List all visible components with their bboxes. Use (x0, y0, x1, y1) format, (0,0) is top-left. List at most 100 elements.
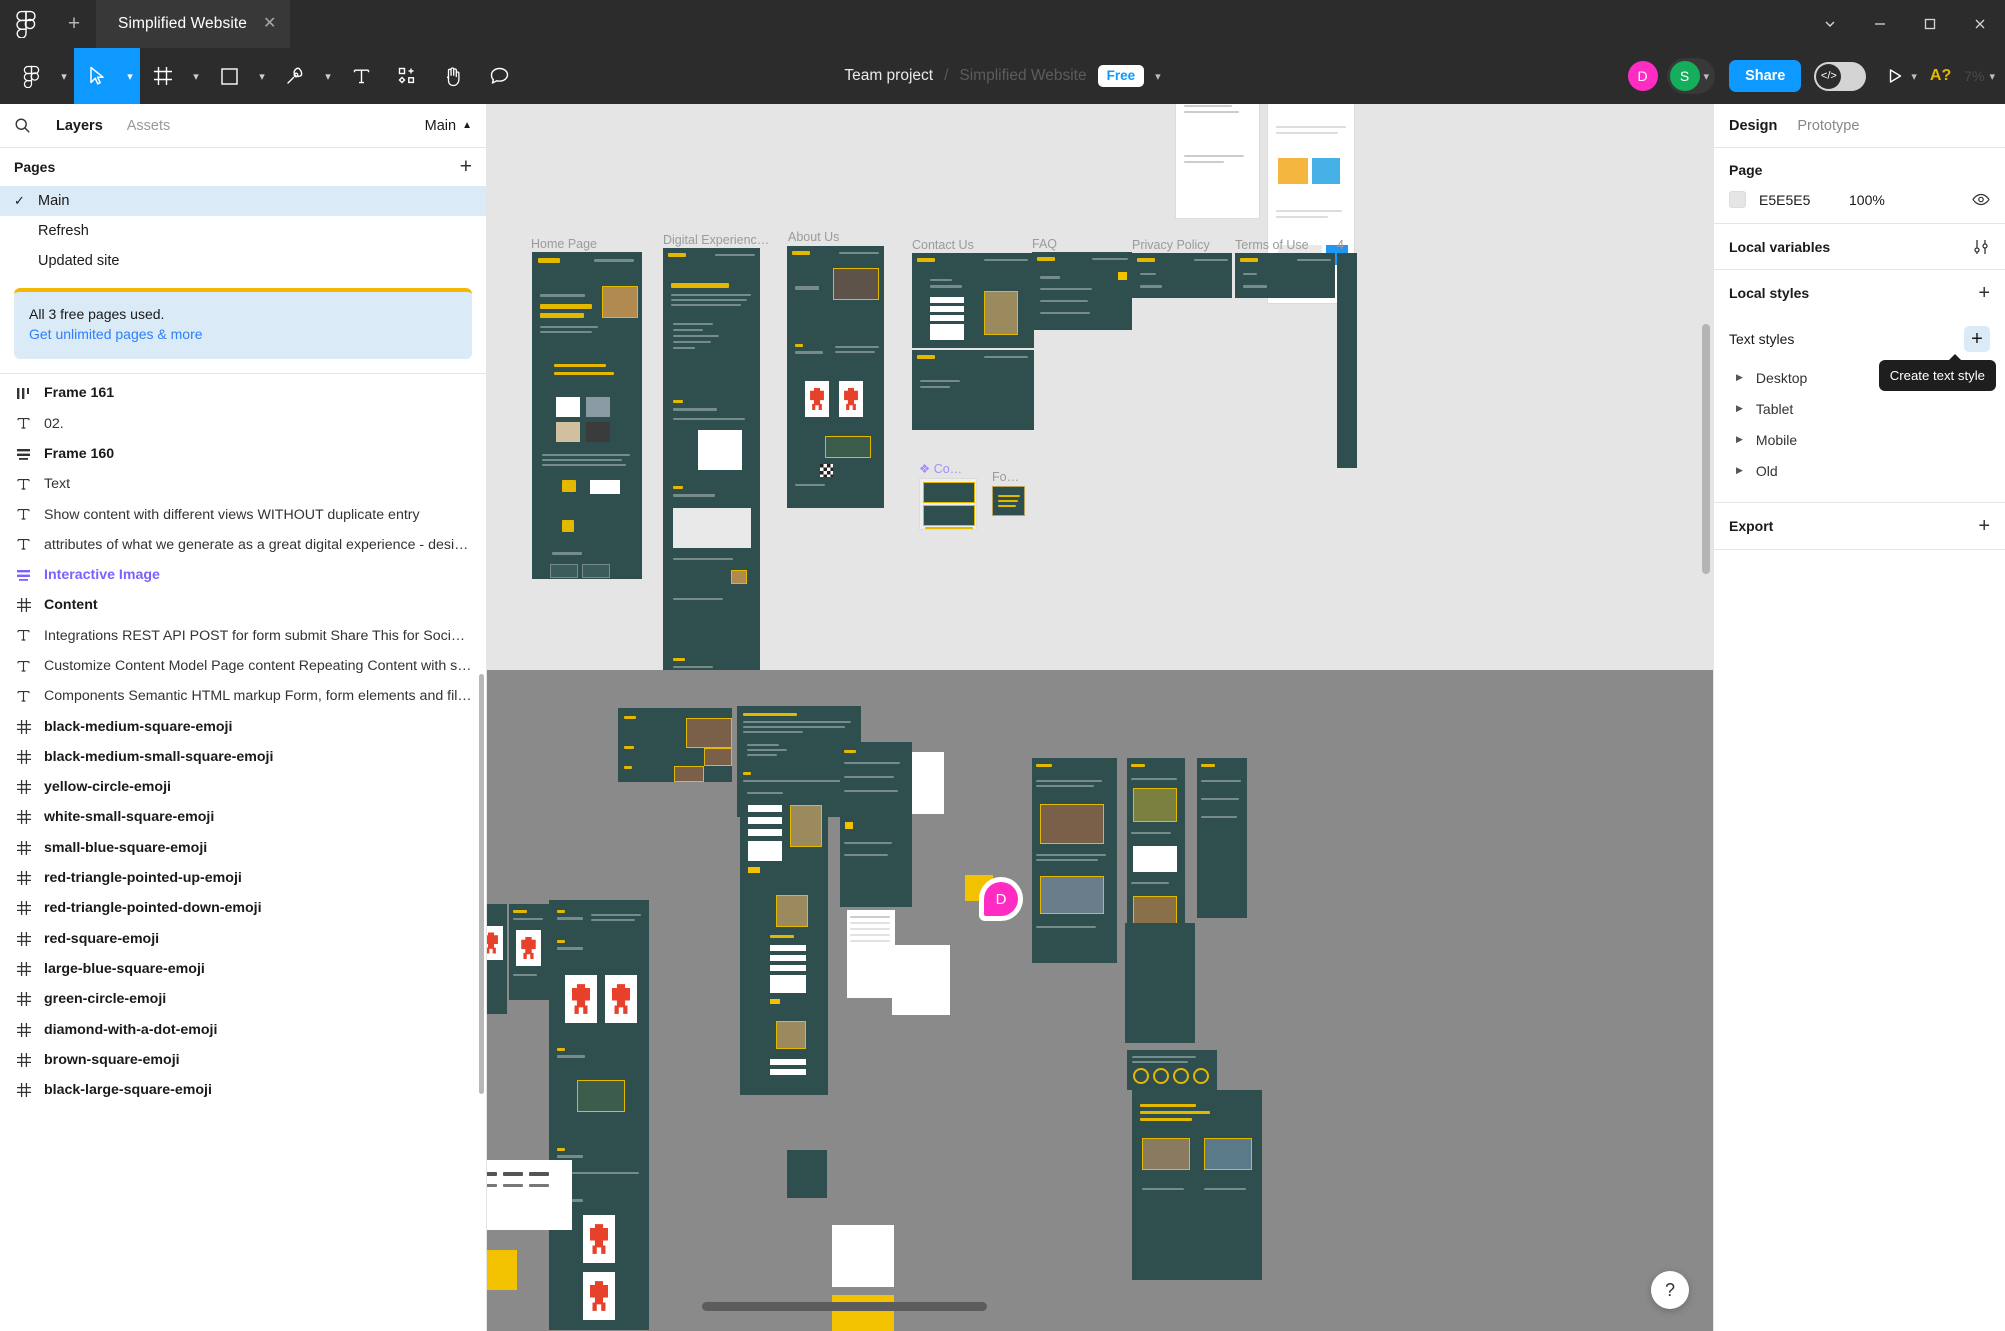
overview-frame[interactable] (487, 1250, 517, 1290)
pen-tool[interactable]: ▾ (272, 48, 338, 104)
frame-label[interactable]: About Us (788, 230, 839, 244)
page-opacity[interactable]: 100% (1849, 192, 1885, 208)
layer-row[interactable]: Frame 160 (0, 439, 486, 469)
frame-label[interactable]: FAQ (1032, 237, 1057, 251)
overview-frame[interactable] (1032, 758, 1117, 963)
layer-row[interactable]: Frame 161 (0, 378, 486, 408)
dev-mode-toggle[interactable]: </> (1814, 61, 1867, 91)
text-style-group-old[interactable]: ▶ Old (1714, 455, 2005, 486)
create-text-style-button[interactable]: + (1964, 326, 1990, 352)
layer-row[interactable]: black-medium-small-square-emoji (0, 742, 486, 772)
layer-row[interactable]: black-large-square-emoji (0, 1075, 486, 1105)
canvas-frame-thumbnail[interactable] (1132, 253, 1232, 298)
chevron-down-icon[interactable]: ▾ (1155, 70, 1161, 83)
present-button[interactable]: ▾ (1879, 48, 1917, 104)
layer-row[interactable]: Text (0, 469, 486, 499)
layer-row[interactable]: Show content with different views WITHOU… (0, 499, 486, 529)
close-icon[interactable]: ✕ (263, 16, 276, 32)
layer-row[interactable]: white-small-square-emoji (0, 802, 486, 832)
color-swatch[interactable] (1729, 191, 1746, 208)
layer-row[interactable]: red-triangle-pointed-down-emoji (0, 893, 486, 923)
tab-layers[interactable]: Layers (44, 118, 115, 134)
main-menu-button[interactable]: ▾ (8, 48, 74, 104)
sliders-icon[interactable] (1972, 239, 1990, 255)
overview-frame[interactable] (847, 910, 895, 998)
canvas-frame-thumbnail[interactable] (663, 248, 760, 708)
layer-row[interactable]: diamond-with-a-dot-emoji (0, 1014, 486, 1044)
text-tool[interactable] (338, 48, 384, 104)
layer-row[interactable]: green-circle-emoji (0, 984, 486, 1014)
warning-A-icon[interactable]: A? (1930, 67, 1951, 85)
window-close-icon[interactable] (1955, 0, 2005, 48)
frame-label[interactable]: Digital Experienc… (663, 233, 769, 247)
layer-row[interactable]: Components Semantic HTML markup Form, fo… (0, 681, 486, 711)
overview-frame[interactable] (549, 900, 649, 1330)
page-item-refresh[interactable]: Refresh (0, 216, 486, 246)
layer-row[interactable]: Interactive Image (0, 560, 486, 590)
overview-frame[interactable] (832, 1295, 894, 1331)
page-color-hex[interactable]: E5E5E5 (1759, 192, 1849, 208)
overview-frame[interactable] (618, 708, 732, 782)
layers-list[interactable]: Frame 161 02. Frame 160 Text Show content wi… (0, 374, 486, 1331)
overview-frame[interactable] (487, 1160, 572, 1230)
add-local-style-button[interactable]: + (1978, 282, 1990, 305)
tab-assets[interactable]: Assets (115, 118, 183, 134)
canvas-frame-thumbnail[interactable] (912, 253, 1034, 348)
overview-frame[interactable] (787, 1150, 827, 1198)
frame-label[interactable]: ❖ Co… (919, 461, 962, 476)
canvas-frame-thumbnail[interactable] (532, 252, 642, 579)
overview-frame[interactable] (892, 945, 950, 1015)
add-page-button[interactable]: + (460, 155, 472, 179)
hand-tool[interactable] (430, 48, 476, 104)
actions-sparkle-icon[interactable] (384, 48, 430, 104)
canvas-frame-thumbnail[interactable] (1175, 104, 1260, 219)
search-icon[interactable] (14, 117, 44, 134)
frame-label[interactable]: Contact Us (912, 238, 974, 252)
canvas-frame-thumbnail[interactable] (992, 486, 1025, 516)
layer-row[interactable]: 02. (0, 408, 486, 438)
page-item-updated-site[interactable]: Updated site (0, 246, 486, 276)
layer-row[interactable]: red-square-emoji (0, 924, 486, 954)
canvas-frame-thumbnail[interactable] (912, 350, 1034, 430)
frame-label[interactable]: Fo… (992, 470, 1019, 484)
add-export-button[interactable]: + (1978, 515, 1990, 538)
overview-frame[interactable] (1127, 1050, 1217, 1090)
page-selector[interactable]: Main ▲ (425, 118, 472, 134)
tab-prototype[interactable]: Prototype (1797, 118, 1859, 134)
layer-row[interactable]: brown-square-emoji (0, 1045, 486, 1075)
layer-row[interactable]: Content (0, 590, 486, 620)
file-tab[interactable]: Simplified Website ✕ (96, 0, 291, 48)
canvas-overview-region[interactable]: D (487, 670, 1713, 1331)
minimize-icon[interactable] (1855, 0, 1905, 48)
overview-frame[interactable] (1132, 1090, 1262, 1280)
layer-row[interactable]: black-medium-square-emoji (0, 711, 486, 741)
frame-label[interactable]: Terms of Use (1235, 238, 1309, 252)
layers-scrollbar[interactable] (479, 674, 484, 1095)
shape-tool[interactable]: ▾ (206, 48, 272, 104)
canvas-vertical-scrollbar[interactable] (1702, 324, 1710, 574)
project-name[interactable]: Team project (844, 67, 933, 85)
layer-row[interactable]: attributes of what we generate as a grea… (0, 530, 486, 560)
maximize-icon[interactable] (1905, 0, 1955, 48)
frame-tool[interactable]: ▾ (140, 48, 206, 104)
share-button[interactable]: Share (1729, 60, 1802, 92)
overview-frame[interactable] (740, 795, 828, 1095)
canvas-frame-thumbnail[interactable] (1032, 252, 1132, 330)
overview-frame[interactable] (840, 742, 912, 907)
canvas-frame-thumbnail[interactable] (919, 478, 977, 530)
file-name[interactable]: Simplified Website (959, 67, 1086, 85)
comment-tool[interactable] (476, 48, 522, 104)
collaborator-group[interactable]: S ▾ (1666, 58, 1716, 94)
text-style-group-tablet[interactable]: ▶ Tablet (1714, 393, 2005, 424)
canvas-frame-thumbnail[interactable] (1337, 253, 1357, 468)
upsell-link[interactable]: Get unlimited pages & more (29, 325, 457, 345)
canvas-frame-thumbnail[interactable] (1235, 253, 1335, 298)
overview-frame[interactable] (487, 904, 507, 1014)
zoom-control[interactable]: 7% ▾ (1964, 68, 1995, 84)
layer-row[interactable]: Customize Content Model Page content Rep… (0, 651, 486, 681)
help-button[interactable]: ? (1651, 1271, 1689, 1309)
layer-row[interactable]: large-blue-square-emoji (0, 954, 486, 984)
text-style-group-mobile[interactable]: ▶ Mobile (1714, 424, 2005, 455)
plan-badge[interactable]: Free (1097, 64, 1145, 88)
frame-label[interactable]: 4 (1337, 238, 1344, 252)
